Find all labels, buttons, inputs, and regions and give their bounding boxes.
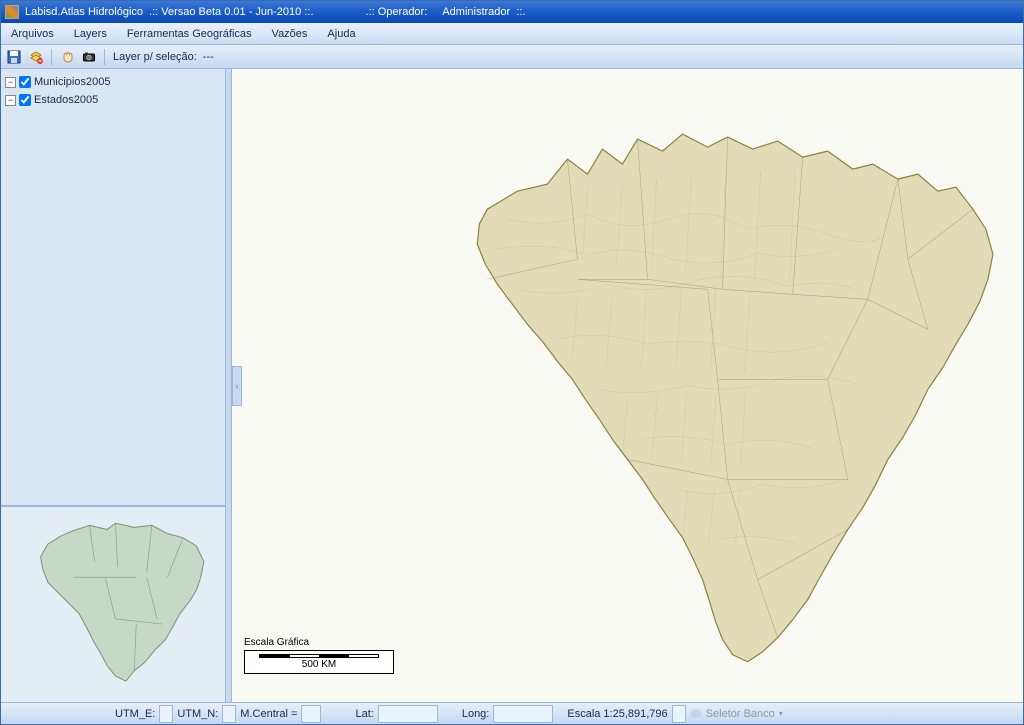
title-operator-label: .:: Operador: bbox=[366, 6, 428, 18]
dropdown-icon: ▾ bbox=[779, 709, 783, 718]
layer-row-estados[interactable]: − Estados2005 bbox=[5, 91, 221, 109]
menu-vazoes[interactable]: Vazões bbox=[262, 23, 318, 44]
status-long-value bbox=[493, 705, 553, 723]
database-icon bbox=[690, 708, 702, 720]
seletor-banco[interactable]: Seletor Banco ▾ bbox=[690, 708, 783, 720]
left-column: − Municipios2005 − Estados2005 bbox=[1, 69, 226, 702]
save-icon[interactable] bbox=[5, 48, 23, 66]
toolbar: Layer p/ seleção: --- bbox=[1, 45, 1023, 69]
layer-label: Estados2005 bbox=[34, 94, 98, 106]
status-escala-label: Escala 1:25,891,796 bbox=[563, 708, 671, 720]
expander-icon[interactable]: − bbox=[5, 95, 16, 106]
pan-icon[interactable] bbox=[58, 48, 76, 66]
titlebar: Labisd.Atlas Hidrológico .:: Versao Beta… bbox=[1, 1, 1023, 23]
seletor-banco-label: Seletor Banco bbox=[706, 708, 775, 720]
statusbar: UTM_E: UTM_N: M.Central = Lat: Long: Esc… bbox=[1, 702, 1023, 724]
scale-bar: 500 KM bbox=[244, 650, 394, 674]
title-version: .:: Versao Beta 0.01 - Jun-2010 ::. bbox=[149, 6, 314, 18]
status-utme-value bbox=[159, 705, 173, 723]
layer-panel: − Municipios2005 − Estados2005 bbox=[1, 69, 225, 505]
status-long-label: Long: bbox=[458, 708, 494, 720]
scale-text: 500 KM bbox=[302, 659, 336, 670]
title-app: Labisd.Atlas Hidrológico bbox=[25, 6, 143, 18]
layer-row-municipios[interactable]: − Municipios2005 bbox=[5, 73, 221, 91]
layer-selection-value: --- bbox=[203, 51, 214, 63]
status-utmn-label: UTM_N: bbox=[173, 708, 222, 720]
delete-layer-icon[interactable] bbox=[27, 48, 45, 66]
layer-label: Municipios2005 bbox=[34, 76, 110, 88]
status-utmn-value bbox=[222, 705, 236, 723]
status-mcentral-value bbox=[301, 705, 321, 723]
status-lat-value bbox=[378, 705, 438, 723]
brazil-map[interactable] bbox=[232, 69, 1023, 702]
collapse-handle-icon[interactable]: ‹ bbox=[232, 366, 242, 406]
status-lat-label: Lat: bbox=[351, 708, 377, 720]
snapshot-icon[interactable] bbox=[80, 48, 98, 66]
status-escala-gap bbox=[672, 705, 686, 723]
layer-checkbox-municipios[interactable] bbox=[19, 76, 31, 88]
status-utme-label: UTM_E: bbox=[111, 708, 159, 720]
menu-ajuda[interactable]: Ajuda bbox=[317, 23, 365, 44]
app-icon bbox=[5, 5, 19, 19]
overview-map[interactable] bbox=[1, 505, 225, 702]
menubar: Arquivos Layers Ferramentas Geográficas … bbox=[1, 23, 1023, 45]
menu-layers[interactable]: Layers bbox=[64, 23, 117, 44]
title-operator-value: Administrador ::. bbox=[442, 6, 525, 18]
menu-ferramentas-geograficas[interactable]: Ferramentas Geográficas bbox=[117, 23, 262, 44]
status-mcentral-label: M.Central = bbox=[236, 708, 301, 720]
scale-box: Escala Gráfica 500 KM bbox=[244, 637, 394, 674]
layer-selection-label: Layer p/ seleção: bbox=[113, 51, 197, 63]
menu-arquivos[interactable]: Arquivos bbox=[1, 23, 64, 44]
main-area: − Municipios2005 − Estados2005 bbox=[1, 69, 1023, 702]
expander-icon[interactable]: − bbox=[5, 77, 16, 88]
scale-title: Escala Gráfica bbox=[244, 637, 394, 648]
layer-checkbox-estados[interactable] bbox=[19, 94, 31, 106]
map-canvas[interactable]: ‹ Escala Gráfica 500 KM bbox=[232, 69, 1023, 702]
